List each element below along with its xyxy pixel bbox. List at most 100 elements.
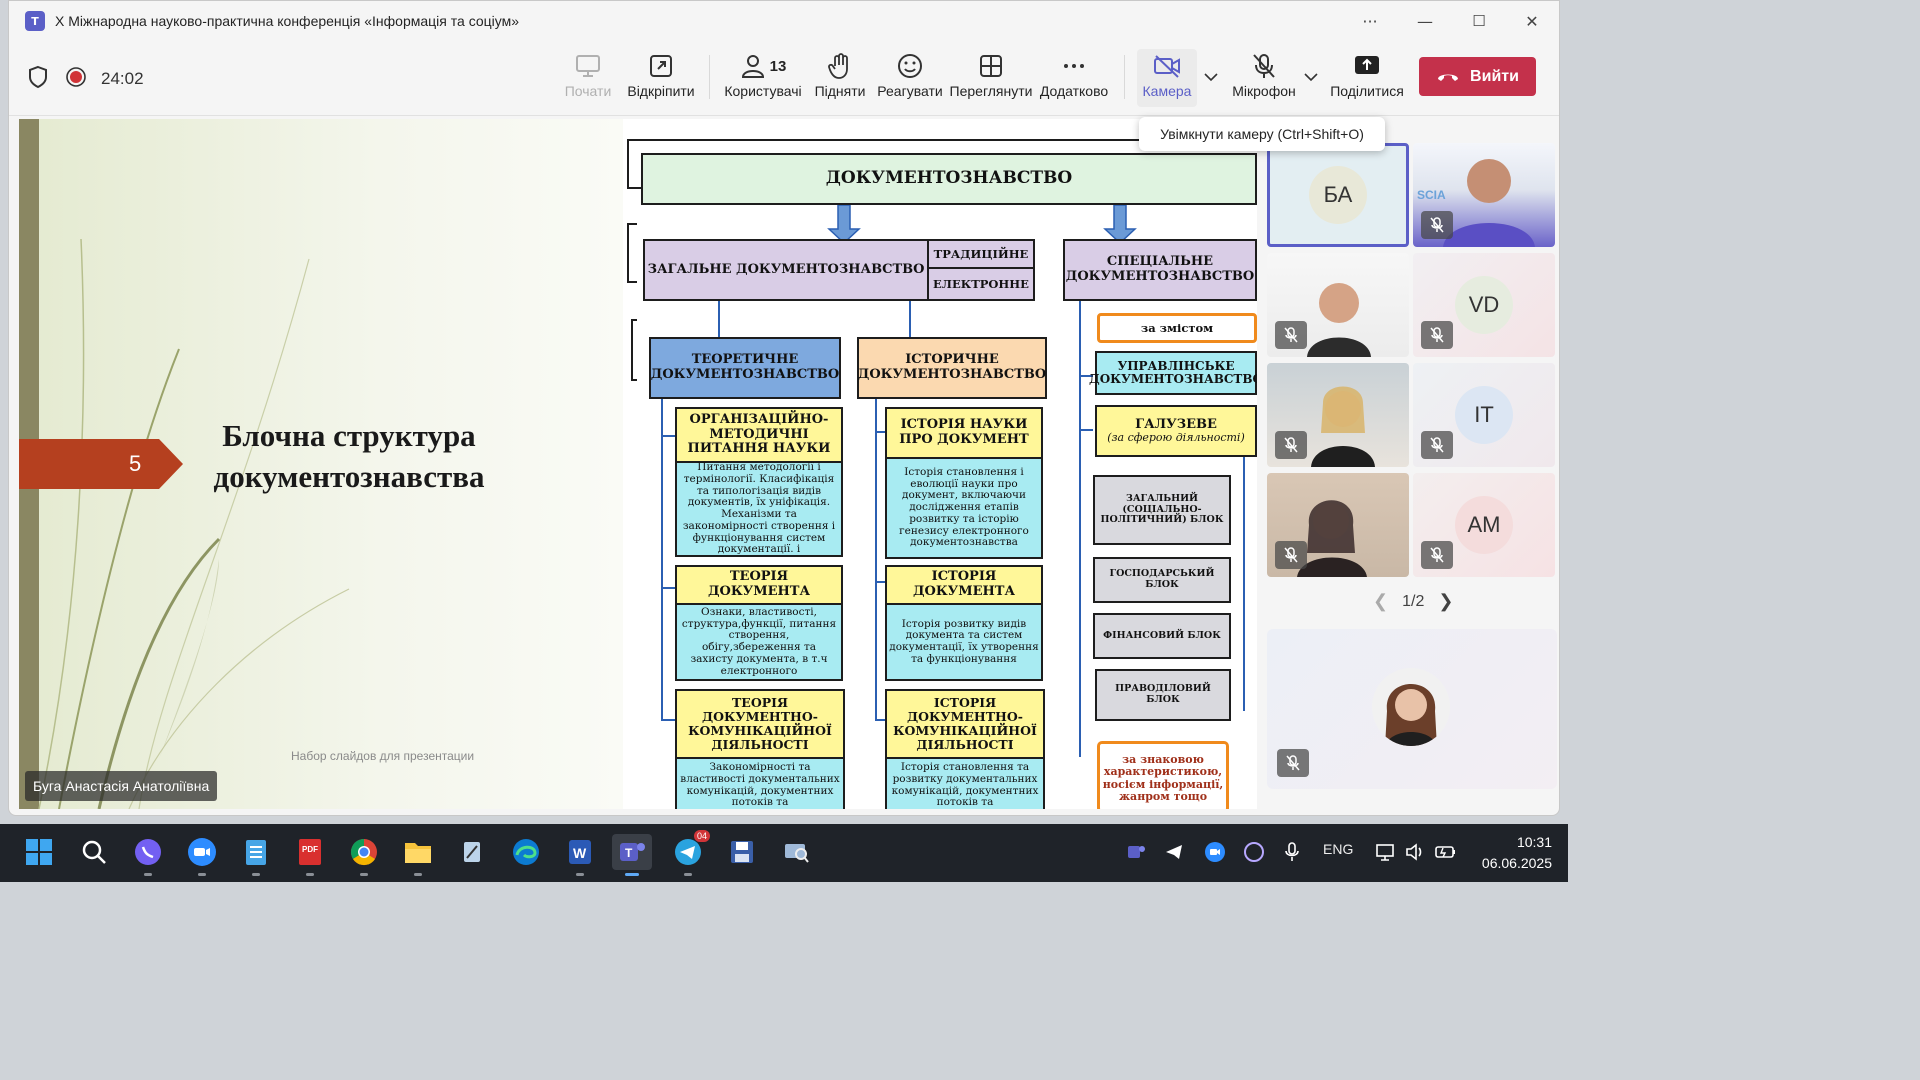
windows-start-icon[interactable] [21, 834, 57, 870]
mic-label: Мікрофон [1232, 83, 1296, 99]
camera-options-dropdown[interactable] [1201, 49, 1221, 107]
comm-theory-text: Закономірності та властивості документал… [675, 757, 845, 809]
branch-note: (за сферою діяльності) [1107, 431, 1245, 445]
self-avatar [1372, 668, 1450, 746]
historical-box: ІСТОРИЧНЕ ДОКУМЕНТОЗНАВСТВО [857, 337, 1047, 399]
participant-tile[interactable]: IT [1413, 363, 1555, 467]
zoom-icon[interactable] [184, 834, 220, 876]
phone-hangup-icon [1438, 74, 1459, 81]
managerial-box: УПРАВЛІНСЬКЕ ДОКУМЕНТОЗНАВСТВО [1089, 351, 1257, 395]
zoom-tray-icon[interactable] [1204, 841, 1226, 866]
block-legal-box: ПРАВОДІЛОВИЙ БЛОК [1095, 669, 1231, 721]
mic-options-dropdown[interactable] [1301, 49, 1321, 107]
react-button[interactable]: Реагувати [877, 49, 943, 107]
participant-tile[interactable]: VD [1413, 253, 1555, 357]
structure-diagram: ДОКУМЕНТОЗНАВСТВО ЗАГАЛЬНЕ ДОКУМЕНТОЗНАВ… [623, 119, 1257, 809]
slide-footer: Набор слайдов для презентации [291, 749, 475, 763]
people-count: 13 [769, 57, 787, 75]
mic-button[interactable]: Мікрофон [1231, 49, 1297, 107]
maximize-button[interactable]: ☐ [1465, 7, 1493, 35]
connector-line [661, 587, 675, 589]
participant-pager: ❮ 1/2 ❯ [1373, 591, 1453, 612]
slide-title-line2: документознавства [213, 459, 485, 494]
special-docs-box: СПЕЦІАЛЬНЕ ДОКУМЕНТОЗНАВСТВО [1063, 239, 1257, 301]
self-video-tile[interactable] [1267, 629, 1557, 789]
telegram-icon[interactable]: 04 [670, 830, 710, 876]
chevron-right-icon[interactable]: ❯ [1438, 591, 1453, 612]
viber-icon[interactable] [130, 834, 166, 876]
meeting-timer: 24:02 [101, 69, 144, 88]
people-button[interactable]: 13 Користувачі [723, 49, 803, 107]
word-icon[interactable]: W [562, 834, 598, 876]
mic-off-icon [1251, 49, 1277, 83]
pdf-editor-icon[interactable]: PDF [292, 834, 328, 876]
connector-line [1079, 301, 1081, 757]
volume-icon[interactable] [1404, 842, 1426, 865]
start-button[interactable]: Почати [564, 49, 612, 107]
network-icon[interactable] [1375, 842, 1397, 865]
slide-number: 5 [19, 439, 183, 489]
org-method-text: Питання методології і термінології. Клас… [675, 461, 843, 557]
remote-tool-icon[interactable] [778, 834, 814, 870]
close-button[interactable]: ✕ [1518, 7, 1546, 35]
theoretical-box: ТЕОРЕТИЧНЕ ДОКУМЕНТОЗНАВСТВО [649, 337, 841, 399]
share-icon [1353, 49, 1381, 83]
notepad-icon[interactable] [238, 834, 274, 876]
connector-line [1243, 449, 1245, 711]
muted-mic-icon [1421, 211, 1453, 239]
participant-tile[interactable]: SCIA [1413, 143, 1555, 247]
participant-tile[interactable]: AM [1413, 473, 1555, 577]
participant-tile[interactable] [1267, 253, 1409, 357]
more-button[interactable]: Додатково [1039, 49, 1109, 107]
people-icon [741, 55, 764, 78]
telegram-badge: 04 [693, 830, 710, 842]
title-more-button[interactable]: ··· [1356, 7, 1384, 35]
share-button[interactable]: Поділитися [1327, 49, 1407, 107]
avatar: IT [1455, 386, 1513, 444]
leave-button[interactable]: Вийти [1419, 57, 1536, 96]
popout-label: Відкріпити [627, 83, 695, 99]
raise-hand-button[interactable]: Підняти [815, 49, 865, 107]
teams-taskbar-icon[interactable]: T [612, 834, 652, 876]
connector-line [661, 397, 663, 721]
camera-tooltip: Увімкнути камеру (Ctrl+Shift+O) [1139, 117, 1385, 151]
minimize-button[interactable]: — [1411, 7, 1439, 35]
microphone-tray-icon[interactable] [1284, 841, 1300, 866]
teams-tray-icon[interactable] [1126, 842, 1146, 865]
doc-history-box: ІСТОРІЯ ДОКУМЕНТА [885, 565, 1043, 605]
participant-tile[interactable]: БА [1267, 143, 1409, 247]
file-explorer-icon[interactable] [400, 834, 436, 876]
search-icon[interactable] [76, 834, 112, 870]
more-label: Додатково [1039, 83, 1109, 99]
avatar: VD [1455, 276, 1513, 334]
viber-tray-icon[interactable] [1243, 841, 1265, 866]
block-financial-box: ФІНАНСОВИЙ БЛОК [1093, 613, 1231, 659]
participant-tile[interactable] [1267, 363, 1409, 467]
react-label: Реагувати [877, 83, 943, 99]
chrome-icon[interactable] [346, 834, 382, 876]
language-indicator[interactable]: ENG [1323, 841, 1353, 857]
connector-line [875, 391, 877, 721]
participant-tile[interactable] [1267, 473, 1409, 577]
snipping-tool-icon[interactable] [454, 834, 490, 870]
battery-icon[interactable] [1434, 842, 1458, 865]
slide-title: Блочна структура документознавства [189, 415, 509, 497]
window-title: X Міжнародна науково-практична конференц… [55, 13, 520, 29]
chevron-down-icon [1304, 49, 1318, 105]
branch-title: ГАЛУЗЕВЕ [1135, 416, 1217, 432]
camera-button[interactable]: Камера [1137, 49, 1197, 107]
chevron-left-icon[interactable]: ❮ [1373, 591, 1388, 612]
muted-mic-icon [1421, 431, 1453, 459]
traditional-box: ТРАДИЦІЙНЕ [927, 239, 1035, 269]
smile-icon [897, 49, 923, 83]
view-button[interactable]: Переглянути [950, 49, 1032, 107]
shield-icon[interactable] [27, 65, 49, 93]
start-label: Почати [564, 83, 612, 99]
telegram-tray-icon[interactable] [1164, 842, 1184, 865]
muted-mic-icon [1275, 431, 1307, 459]
raise-hand-label: Підняти [814, 83, 866, 99]
clock[interactable]: 10:31 06.06.2025 [1472, 832, 1552, 874]
edge-icon[interactable] [508, 834, 544, 870]
save-app-icon[interactable] [724, 834, 760, 870]
popout-button[interactable]: Відкріпити [626, 49, 696, 107]
